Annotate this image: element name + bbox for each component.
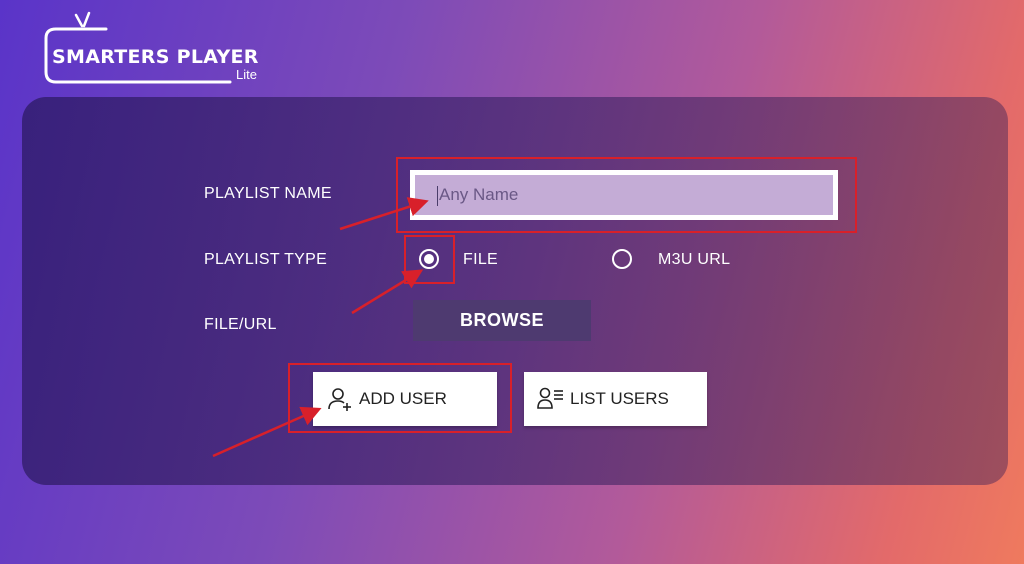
add-user-button[interactable]: ADD USER [313, 372, 497, 426]
app-title: SMARTERS PLAYER [52, 46, 259, 68]
add-user-icon [328, 388, 351, 411]
browse-button-label: BROWSE [460, 310, 544, 330]
list-users-button[interactable]: LIST USERS [524, 372, 707, 426]
playlist-name-field [410, 170, 838, 220]
add-playlist-panel [22, 97, 1008, 485]
list-users-label: LIST USERS [570, 389, 669, 408]
list-users-icon [537, 387, 563, 409]
text-caret [437, 186, 438, 206]
playlist-name-label: PLAYLIST NAME [204, 185, 332, 202]
radio-file[interactable] [419, 249, 439, 269]
app-subtitle: Lite [236, 67, 257, 82]
playlist-type-label: PLAYLIST TYPE [204, 251, 328, 268]
playlist-name-input[interactable] [415, 175, 833, 215]
radio-file-label[interactable]: FILE [463, 251, 498, 269]
app-logo: SMARTERS PLAYER Lite [40, 10, 280, 90]
radio-m3u-url-label[interactable]: M3U URL [658, 251, 730, 269]
radio-m3u-url[interactable] [612, 249, 632, 269]
file-url-label: FILE/URL [204, 316, 277, 333]
add-user-label: ADD USER [359, 389, 447, 408]
browse-button[interactable]: BROWSE [413, 300, 591, 341]
